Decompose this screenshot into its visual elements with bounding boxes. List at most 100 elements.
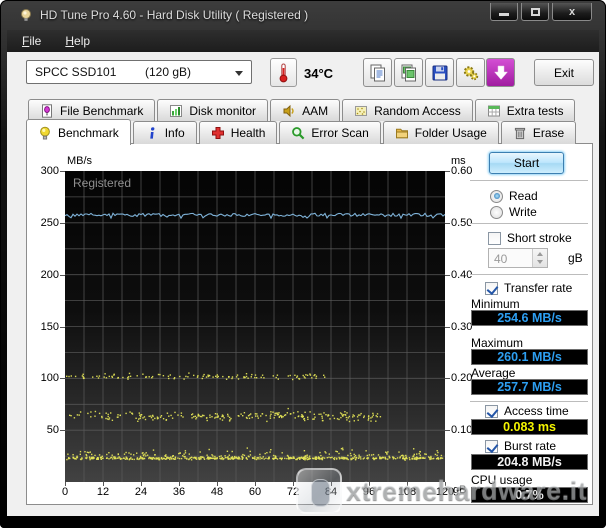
plot-canvas: Registered — [65, 171, 445, 482]
tab-folder-usage[interactable]: Folder Usage — [383, 121, 499, 144]
read-radio-row[interactable]: Read — [490, 189, 538, 203]
average-value-display: 257.7 MB/s — [471, 379, 588, 395]
minimum-label: Minimum — [471, 297, 520, 311]
x-axis-tick — [179, 482, 180, 486]
tab-label: Random Access — [374, 104, 461, 118]
save-icon — [431, 64, 449, 82]
tab-label: Error Scan — [311, 126, 368, 140]
temperature-button[interactable] — [270, 58, 297, 87]
tab-label: AAM — [302, 104, 328, 118]
tab-aam[interactable]: AAM — [270, 99, 340, 121]
tab-disk-monitor[interactable]: Disk monitor — [157, 99, 268, 121]
left-axis-unit: MB/s — [67, 155, 92, 167]
short-stroke-row[interactable]: Short stroke — [488, 231, 572, 245]
menu-help[interactable]: Help — [65, 34, 90, 48]
minimize-icon — [499, 13, 509, 16]
options-button[interactable] — [456, 58, 485, 87]
access-time-value-display: 0.083 ms — [471, 419, 588, 435]
write-radio[interactable] — [490, 206, 503, 219]
write-radio-row[interactable]: Write — [490, 205, 537, 219]
cpu-usage-label: CPU usage — [471, 473, 532, 487]
maximize-button[interactable] — [521, 3, 549, 21]
access-time-label: Access time — [504, 404, 569, 418]
exit-button[interactable]: Exit — [534, 59, 594, 86]
minimum-value-display: 254.6 MB/s — [471, 310, 588, 326]
tab-error-scan[interactable]: Error Scan — [279, 121, 380, 144]
x-axis-tick — [217, 482, 218, 486]
access-time-checkbox[interactable] — [485, 405, 498, 418]
drive-name: SPCC SSD101 — [35, 65, 116, 79]
tab-file-benchmark[interactable]: File Benchmark — [28, 99, 155, 121]
close-button[interactable]: x — [552, 3, 592, 21]
copy-text-button[interactable] — [363, 58, 392, 87]
client-area: SPCC SSD101 (120 gB) 34°C — [7, 52, 599, 516]
maximize-icon — [531, 8, 540, 16]
spinner-arrows[interactable] — [532, 249, 547, 267]
separator — [470, 401, 588, 403]
menubar: File Help — [7, 30, 599, 52]
x-axis-tick — [103, 482, 104, 486]
right-axis-tick-label: 0.30 — [451, 321, 472, 333]
tab-label: Disk monitor — [189, 104, 256, 118]
drive-capacity: (120 gB) — [145, 65, 191, 79]
benchmark-panel: MB/s ms Registered gB 300250200150100500… — [26, 143, 593, 505]
left-axis-tick — [60, 171, 65, 172]
save-button[interactable] — [425, 58, 454, 87]
tab-benchmark[interactable]: Benchmark — [26, 119, 131, 145]
left-axis-tick-label: 100 — [33, 372, 59, 384]
x-axis-tick — [445, 482, 446, 486]
right-axis-tick — [445, 171, 450, 172]
x-axis-tick — [65, 482, 66, 486]
transfer-rate-row[interactable]: Transfer rate — [485, 281, 572, 295]
spinner-up-icon[interactable] — [537, 252, 543, 256]
left-axis-tick-label: 50 — [33, 424, 59, 436]
read-radio[interactable] — [490, 190, 503, 203]
tab-health[interactable]: Health — [199, 121, 278, 144]
short-stroke-spinner[interactable]: 40 — [488, 248, 548, 268]
access-time-row[interactable]: Access time — [485, 404, 569, 418]
minimize-button[interactable] — [490, 3, 518, 21]
titlebar[interactable]: HD Tune Pro 4.60 - Hard Disk Utility ( R… — [0, 0, 606, 30]
x-axis-tick-label: 108 — [395, 486, 419, 498]
options-gears-icon — [462, 64, 480, 82]
app-icon — [19, 8, 33, 22]
burst-rate-row[interactable]: Burst rate — [485, 439, 556, 453]
start-button[interactable]: Start — [489, 152, 564, 174]
copy-image-icon — [400, 64, 418, 82]
tab-label: Erase — [533, 126, 564, 140]
app-window: HD Tune Pro 4.60 - Hard Disk Utility ( R… — [0, 0, 606, 528]
spinner-down-icon[interactable] — [537, 260, 543, 264]
drive-select[interactable]: SPCC SSD101 (120 gB) — [26, 60, 252, 84]
left-axis-tick — [60, 430, 65, 431]
burst-rate-checkbox[interactable] — [485, 440, 498, 453]
right-axis-tick — [445, 327, 450, 328]
window-title: HD Tune Pro 4.60 - Hard Disk Utility ( R… — [40, 8, 308, 22]
write-label: Write — [509, 205, 537, 219]
maximum-value-display: 260.1 MB/s — [471, 349, 588, 365]
transfer-rate-checkbox[interactable] — [485, 282, 498, 295]
right-axis-tick-label: 0.20 — [451, 372, 472, 384]
download-arrow-icon — [491, 63, 511, 83]
tab-label: Folder Usage — [415, 126, 487, 140]
tab-random-access[interactable]: Random Access — [342, 99, 473, 121]
right-axis-tick-label: 0.10 — [451, 424, 472, 436]
short-stroke-unit: gB — [568, 251, 583, 265]
short-stroke-checkbox[interactable] — [488, 232, 501, 245]
separator — [470, 180, 588, 182]
tab-extra-tests[interactable]: Extra tests — [475, 99, 576, 121]
tab-erase[interactable]: Erase — [501, 121, 576, 144]
tab-row-bottom: Benchmark Info Health Error Scan Folder Usag… — [26, 121, 576, 144]
tab-label: Benchmark — [58, 126, 119, 140]
tab-label: Extra tests — [507, 104, 564, 118]
maximum-label: Maximum — [471, 336, 523, 350]
chevron-down-icon — [235, 71, 243, 76]
right-axis-tick — [445, 430, 450, 431]
left-axis-tick — [60, 378, 65, 379]
tab-info[interactable]: Info — [133, 121, 197, 144]
menu-file[interactable]: File — [22, 34, 41, 48]
left-axis-tick-label: 300 — [33, 165, 59, 177]
update-button[interactable] — [486, 58, 515, 87]
copy-image-button[interactable] — [394, 58, 423, 87]
x-axis-tick — [255, 482, 256, 486]
tab-label: Info — [165, 126, 185, 140]
